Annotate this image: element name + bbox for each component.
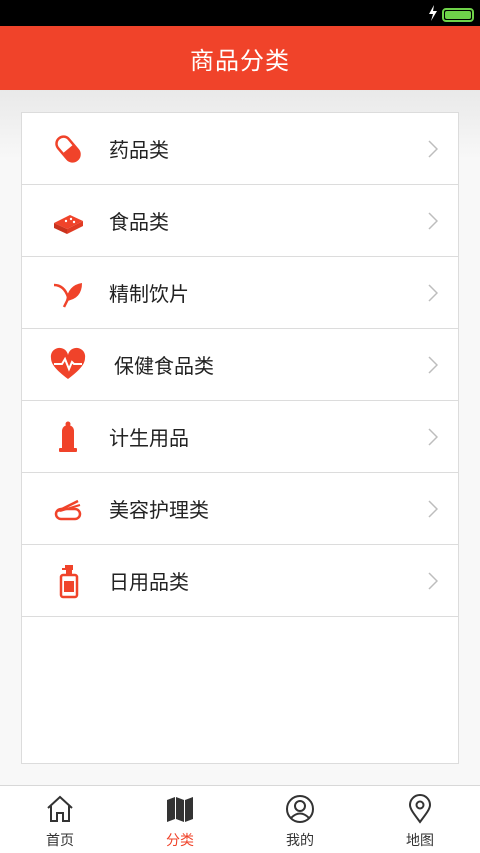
pill-icon [50,131,86,167]
status-icons [428,5,474,25]
category-item-family-planning[interactable]: 计生用品 [22,401,458,473]
chevron-right-icon [428,428,439,446]
charging-icon [428,5,438,25]
category-list: 药品类 食品类 精制饮片 保健食品类 计生用品 美容护理类 日用品类 [21,112,459,764]
food-icon [50,203,86,239]
tab-map[interactable]: 地图 [360,786,480,853]
location-pin-icon [405,794,435,824]
category-label: 药品类 [109,138,169,162]
tab-label: 我的 [286,833,314,849]
category-label: 计生用品 [109,426,189,450]
chevron-right-icon [428,500,439,518]
condom-icon [50,419,86,455]
category-item-herbal-slices[interactable]: 精制饮片 [22,257,458,329]
tab-label: 地图 [406,833,434,849]
chevron-right-icon [428,572,439,590]
chevron-right-icon [428,140,439,158]
category-item-medicine[interactable]: 药品类 [22,113,458,185]
category-label: 食品类 [109,210,169,234]
user-icon [285,794,315,824]
category-label: 美容护理类 [109,498,209,522]
category-label: 日用品类 [109,570,189,594]
home-icon [45,794,75,824]
chevron-right-icon [428,284,439,302]
page-title: 商品分类 [190,46,290,75]
cosmetic-icon [50,491,86,527]
map-book-icon [165,794,195,824]
category-item-health-food[interactable]: 保健食品类 [22,329,458,401]
tab-home[interactable]: 首页 [0,786,120,853]
tab-profile[interactable]: 我的 [240,786,360,853]
spray-bottle-icon [50,563,86,599]
category-item-beauty-care[interactable]: 美容护理类 [22,473,458,545]
heart-pulse-icon [50,347,86,383]
category-item-food[interactable]: 食品类 [22,185,458,257]
chevron-right-icon [428,212,439,230]
bottom-tab-bar: 首页 分类 我的 地图 [0,785,480,853]
leaf-icon [50,275,86,311]
tab-label: 分类 [166,833,194,849]
header: 商品分类 [0,26,480,90]
category-item-daily-necessities[interactable]: 日用品类 [22,545,458,617]
tab-label: 首页 [46,833,74,849]
chevron-right-icon [428,356,439,374]
category-label: 精制饮片 [109,282,189,306]
status-bar [0,0,480,26]
battery-icon [442,8,474,22]
tab-category[interactable]: 分类 [120,786,240,853]
category-label: 保健食品类 [114,354,214,378]
